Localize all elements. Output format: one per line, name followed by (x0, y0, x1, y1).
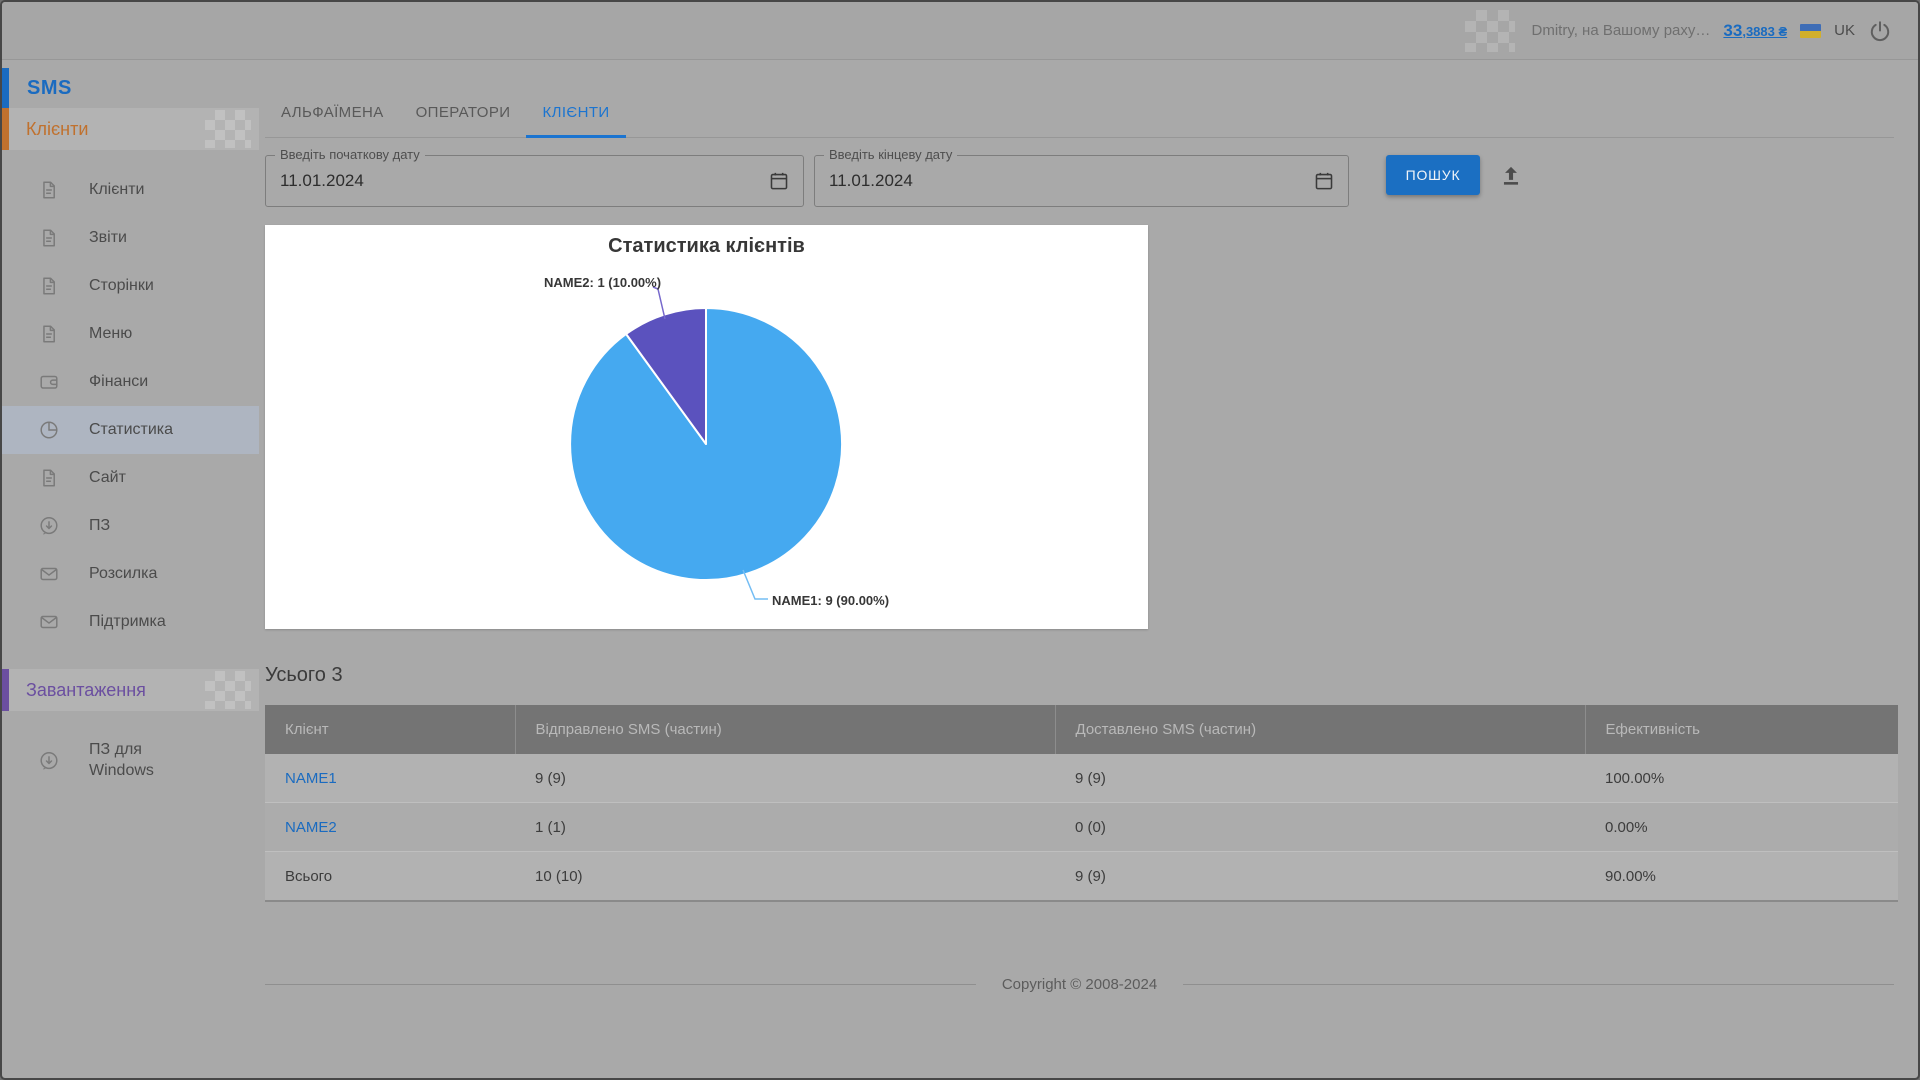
sidebar-item-label: Сайт (89, 469, 126, 487)
sidebar-menu: Клієнти Звіти Сторінки Меню Фінанси Стат… (2, 166, 259, 646)
table-header-row: Клієнт Відправлено SMS (частин) Доставле… (265, 705, 1898, 754)
balance-fraction: ,3883 ₴ (1742, 24, 1787, 39)
delivered-cell: 9 (9) (1055, 852, 1585, 902)
sent-cell: 1 (1) (515, 803, 1055, 852)
section-header-clients: Клієнти (2, 108, 259, 150)
calendar-icon[interactable] (768, 170, 790, 192)
language-selector[interactable]: UK (1834, 22, 1855, 39)
tab-clients[interactable]: КЛІЄНТИ (526, 88, 625, 137)
pie-slice-label-name1: NAME1: 9 (90.00%) (772, 593, 889, 608)
mail-icon (38, 563, 60, 585)
sidebar-item-support[interactable]: Підтримка (2, 598, 259, 646)
sidebar-item-menu[interactable]: Меню (2, 310, 259, 358)
sidebar-item-label: Підтримка (89, 613, 166, 631)
delivered-cell: 0 (0) (1055, 803, 1585, 852)
pie-chart (265, 225, 1148, 629)
tab-operators[interactable]: ОПЕРАТОРИ (400, 88, 527, 137)
client-link-name2[interactable]: NAME2 (285, 819, 337, 836)
brand-sms[interactable]: SMS (2, 68, 259, 108)
upload-icon[interactable] (1496, 161, 1526, 191)
sidebar-item-software-windows[interactable]: ПЗ для Windows (2, 733, 259, 789)
end-date-field[interactable]: Введіть кінцеву дату 11.01.2024 (814, 155, 1349, 207)
col-header-sent: Відправлено SMS (частин) (515, 705, 1055, 754)
col-header-efficiency: Ефективність (1585, 705, 1898, 754)
balance-link[interactable]: 33,3883 ₴ (1723, 21, 1787, 41)
table-total-row: Всього 10 (10) 9 (9) 90.00% (265, 852, 1898, 902)
footer: Copyright © 2008-2024 (265, 976, 1894, 993)
table-row: NAME2 1 (1) 0 (0) 0.00% (265, 803, 1898, 852)
section-clients-label: Клієнти (26, 119, 88, 140)
sent-cell: 10 (10) (515, 852, 1055, 902)
sidebar-item-clients[interactable]: Клієнти (2, 166, 259, 214)
sidebar-item-software[interactable]: ПЗ (2, 502, 259, 550)
sidebar-item-finances[interactable]: Фінанси (2, 358, 259, 406)
delivered-cell: 9 (9) (1055, 754, 1585, 803)
document-icon (38, 467, 60, 489)
pixel-decoration (1465, 10, 1515, 52)
mail-icon (38, 611, 60, 633)
main-content: АЛЬФАЇМЕНА ОПЕРАТОРИ КЛІЄНТИ Введіть поч… (259, 60, 1918, 1078)
pixel-decoration (205, 671, 251, 709)
total-label-cell: Всього (265, 852, 515, 902)
document-icon (38, 275, 60, 297)
topbar: Dmitry, на Вашому раху… 33,3883 ₴ UK (2, 2, 1918, 60)
client-cell: NAME2 (265, 803, 515, 852)
app-window: Dmitry, на Вашому раху… 33,3883 ₴ UK SMS… (0, 0, 1920, 1080)
pixel-decoration (205, 110, 251, 148)
wallet-icon (38, 371, 60, 393)
client-link-name1[interactable]: NAME1 (285, 770, 337, 787)
sidebar-item-label: Фінанси (89, 373, 148, 391)
col-header-delivered: Доставлено SMS (частин) (1055, 705, 1585, 754)
section-downloads-label: Завантаження (26, 680, 146, 701)
sidebar-item-site[interactable]: Сайт (2, 454, 259, 502)
ukraine-flag-icon (1800, 24, 1821, 38)
sidebar-item-mailing[interactable]: Розсилка (2, 550, 259, 598)
efficiency-cell: 100.00% (1585, 754, 1898, 803)
pie-slice-label-name2: NAME2: 1 (10.00%) (544, 275, 661, 290)
section-header-downloads: Завантаження (2, 669, 259, 711)
search-button[interactable]: ПОШУК (1386, 155, 1480, 195)
logout-power-icon[interactable] (1868, 19, 1892, 43)
sidebar-item-label: Розсилка (89, 565, 157, 583)
client-cell: NAME1 (265, 754, 515, 803)
tab-alpha-names[interactable]: АЛЬФАЇМЕНА (265, 88, 400, 137)
end-date-value: 11.01.2024 (829, 156, 913, 206)
sidebar-item-statistics[interactable]: Статистика (2, 406, 259, 454)
document-icon (38, 323, 60, 345)
download-icon (38, 515, 60, 537)
chart-card: Статистика клієнтів NAME1: 9 (90.00%) NA… (265, 225, 1148, 629)
total-count: Усього 3 (265, 664, 343, 687)
col-header-client: Клієнт (265, 705, 515, 754)
stats-table: Клієнт Відправлено SMS (частин) Доставле… (265, 705, 1898, 902)
sidebar-item-label: ПЗ для Windows (89, 740, 181, 782)
pie-chart-icon (38, 419, 60, 441)
efficiency-cell: 90.00% (1585, 852, 1898, 902)
calendar-icon[interactable] (1313, 170, 1335, 192)
sidebar-item-label: Статистика (89, 421, 173, 439)
copyright-text: Copyright © 2008-2024 (1002, 976, 1157, 993)
sidebar-item-label: Звіти (89, 229, 127, 247)
footer-divider (1183, 984, 1894, 985)
document-icon (38, 179, 60, 201)
sidebar-item-reports[interactable]: Звіти (2, 214, 259, 262)
start-date-value: 11.01.2024 (280, 156, 364, 206)
balance-main: 33 (1723, 21, 1742, 40)
sidebar-item-label: ПЗ (89, 517, 110, 535)
footer-divider (265, 984, 976, 985)
tab-bar: АЛЬФАЇМЕНА ОПЕРАТОРИ КЛІЄНТИ (265, 88, 1894, 138)
efficiency-cell: 0.00% (1585, 803, 1898, 852)
filter-bar: Введіть початкову дату 11.01.2024 Введіт… (265, 155, 1894, 207)
sidebar: SMS Клієнти Клієнти Звіти Сторінки Меню (2, 60, 259, 1078)
document-icon (38, 227, 60, 249)
sidebar-item-pages[interactable]: Сторінки (2, 262, 259, 310)
table-row: NAME1 9 (9) 9 (9) 100.00% (265, 754, 1898, 803)
sidebar-item-label: Меню (89, 325, 132, 343)
user-greeting: Dmitry, на Вашому раху… (1532, 22, 1711, 39)
download-icon (38, 750, 60, 772)
sent-cell: 9 (9) (515, 754, 1055, 803)
start-date-field[interactable]: Введіть початкову дату 11.01.2024 (265, 155, 804, 207)
sidebar-item-label: Сторінки (89, 277, 154, 295)
sidebar-item-label: Клієнти (89, 181, 144, 199)
